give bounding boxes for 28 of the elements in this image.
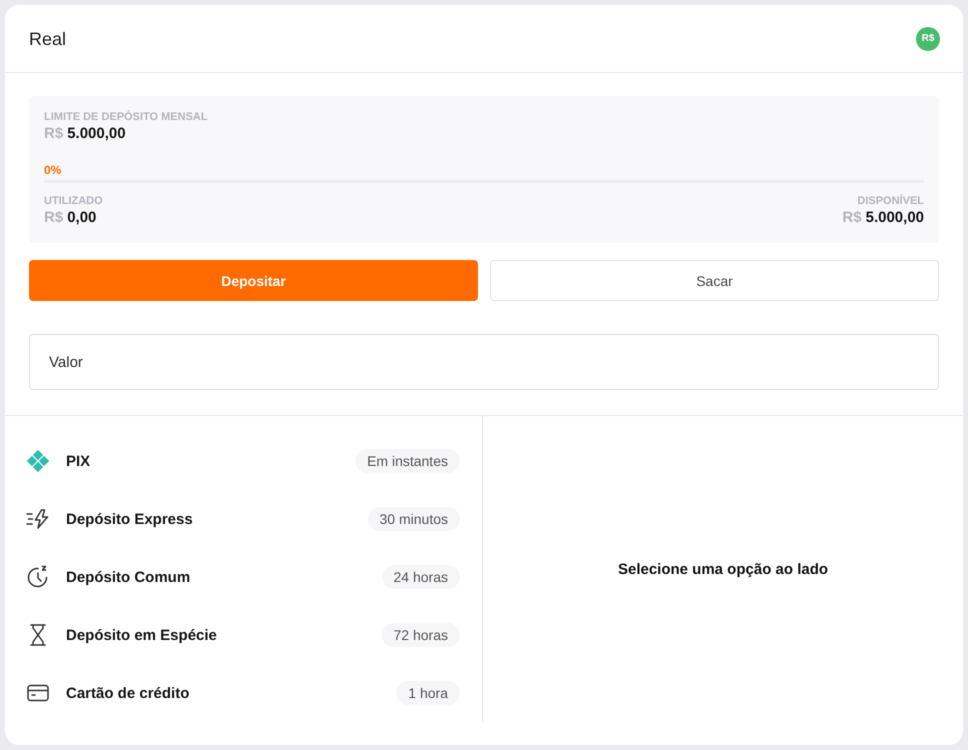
diamond-grid-icon xyxy=(26,449,50,473)
header-title: Real xyxy=(29,28,66,50)
amount-value: 5.000,00 xyxy=(866,209,924,226)
method-name[interactable]: Depósito em Espécie xyxy=(66,626,217,644)
amount-value: 0,00 xyxy=(67,209,96,226)
amount-value: 5.000,00 xyxy=(67,125,126,142)
amount-field[interactable]: Valor xyxy=(29,334,939,390)
used-label: UTILIZADO xyxy=(44,194,103,208)
percent-label: 0% xyxy=(44,163,62,177)
duration-tag: 30 minutos xyxy=(368,507,460,531)
limit-label: LIMITE DE DEPÓSITO MENSAL xyxy=(44,110,208,124)
currency-badge: R$ xyxy=(916,26,940,50)
method-name[interactable]: Depósito Express xyxy=(66,510,193,528)
empty-state-message: Selecione uma opção ao lado xyxy=(618,560,828,578)
method-name[interactable]: Depósito Comum xyxy=(66,568,190,586)
duration-tag: 72 horas xyxy=(382,623,460,647)
currency-label: R$ xyxy=(44,125,64,142)
duration-tag: 24 horas xyxy=(382,565,460,589)
available-label: DISPONÍVEL xyxy=(857,194,924,208)
lightning-speed-icon xyxy=(26,507,50,531)
currency-label: R$ xyxy=(44,209,64,226)
currency-label: R$ xyxy=(842,209,862,226)
method-name[interactable]: Cartão de crédito xyxy=(66,684,190,702)
clock-icon xyxy=(26,565,50,589)
method-name[interactable]: PIX xyxy=(66,452,90,470)
duration-tag: 1 hora xyxy=(396,681,460,705)
mode-tab[interactable]: Sacar xyxy=(490,260,939,301)
duration-tag: Em instantes xyxy=(355,449,460,473)
